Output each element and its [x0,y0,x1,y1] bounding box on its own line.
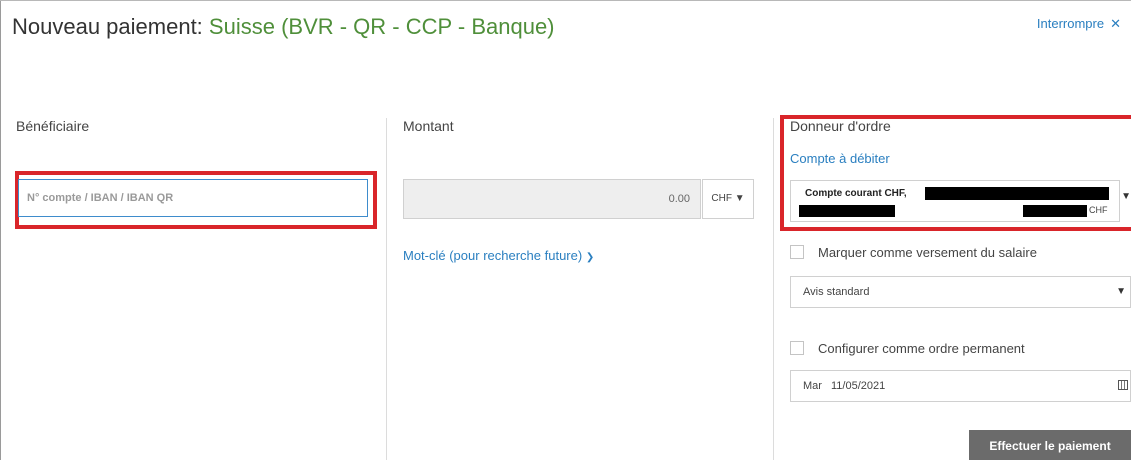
column-divider [386,118,387,460]
iban-input[interactable] [18,179,368,217]
amount-label: Montant [403,118,454,134]
chevron-down-icon: ▼ [734,193,745,204]
abort-label: Interrompre [1036,16,1105,31]
execution-date-field[interactable]: Mar 11/05/2021 [790,370,1131,402]
standing-order-checkbox-row[interactable]: Configurer comme ordre permanent [790,341,1025,356]
beneficiary-label: Bénéficiaire [16,118,90,134]
frame-top-border [0,0,1131,1]
date-value: 11/05/2021 [831,380,886,392]
keyword-label: Mot-clé (pour recherche future) [403,248,583,263]
amount-input[interactable]: 0.00 [403,179,701,219]
keyword-toggle-link[interactable]: Mot-clé (pour recherche future) ❯ [403,248,594,263]
standing-order-checkbox[interactable] [790,341,804,355]
notice-select[interactable]: Avis standard ▼ [790,276,1131,308]
chevron-down-icon: ❯ [585,252,595,263]
close-icon[interactable]: ✕ [1110,16,1121,31]
standing-order-label: Configurer comme ordre permanent [818,341,1025,356]
highlight-box-order [780,115,1131,231]
page-title-country: Suisse (BVR - QR - CCP - Banque) [208,14,555,39]
page-title-prefix: Nouveau paiement: [12,14,203,39]
date-weekday: Mar [803,380,822,392]
notice-value: Avis standard [803,286,870,298]
currency-value: CHF [711,193,732,204]
salary-checkbox-label: Marquer comme versement du salaire [818,245,1037,260]
abort-link[interactable]: Interrompre ✕ [1037,16,1121,32]
salary-checkbox-row[interactable]: Marquer comme versement du salaire [790,245,1037,260]
currency-select[interactable]: CHF ▼ [702,179,754,219]
calendar-icon[interactable] [1118,380,1128,390]
frame-left-border [0,0,1,460]
salary-checkbox[interactable] [790,245,804,259]
submit-payment-button[interactable]: Effectuer le paiement [969,430,1131,460]
chevron-down-icon: ▼ [1116,286,1126,297]
page-title: Nouveau paiement: Suisse (BVR - QR - CCP… [12,14,555,40]
column-divider [773,118,774,460]
